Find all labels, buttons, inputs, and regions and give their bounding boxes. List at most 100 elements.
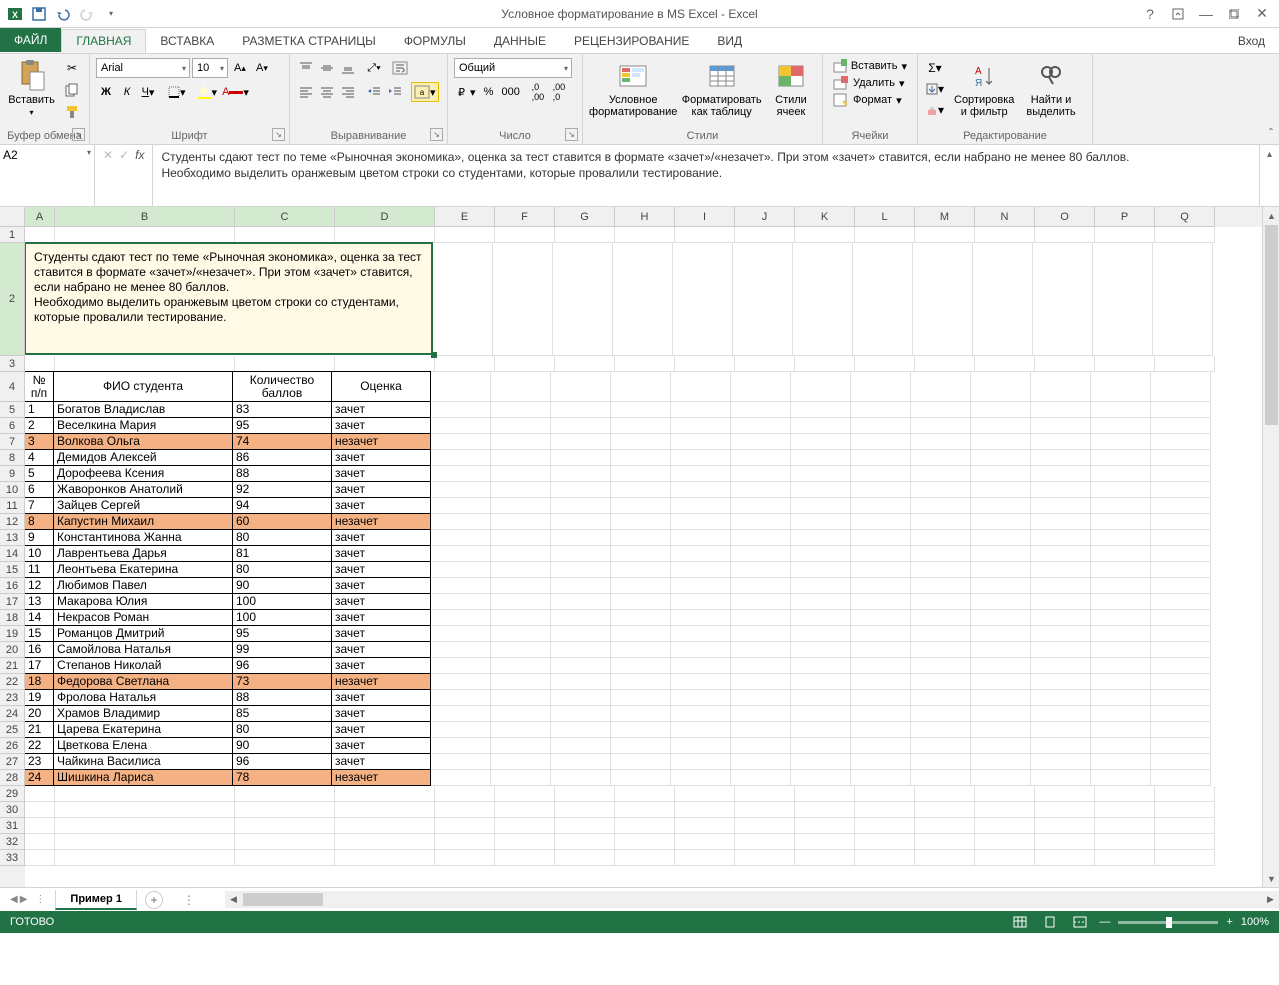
wrap-text-icon[interactable] xyxy=(390,58,410,78)
cell[interactable]: зачет xyxy=(331,497,431,514)
cell[interactable] xyxy=(431,482,491,498)
cell[interactable] xyxy=(1031,626,1091,642)
row-header-1[interactable]: 1 xyxy=(0,227,25,243)
cell[interactable] xyxy=(1031,770,1091,786)
cell[interactable] xyxy=(671,578,731,594)
cell[interactable] xyxy=(25,356,55,372)
cell[interactable] xyxy=(1031,498,1091,514)
cell[interactable] xyxy=(55,850,235,866)
cell[interactable] xyxy=(731,514,791,530)
cell[interactable] xyxy=(495,818,555,834)
cell[interactable] xyxy=(1031,578,1091,594)
cell[interactable] xyxy=(1031,434,1091,450)
cell[interactable] xyxy=(671,514,731,530)
cell[interactable] xyxy=(435,227,495,243)
cell[interactable] xyxy=(611,450,671,466)
cell[interactable] xyxy=(555,227,615,243)
cell[interactable]: Любимов Павел xyxy=(53,577,233,594)
close-icon[interactable]: ✕ xyxy=(1249,3,1275,25)
conditional-formatting-button[interactable]: Условное форматирование xyxy=(589,58,677,120)
cell[interactable] xyxy=(735,850,795,866)
cell[interactable] xyxy=(731,706,791,722)
cell[interactable]: 17 xyxy=(25,657,54,674)
cell[interactable] xyxy=(791,498,851,514)
cell[interactable] xyxy=(435,802,495,818)
cell[interactable] xyxy=(1091,626,1151,642)
cell[interactable] xyxy=(851,514,911,530)
cell[interactable]: незачет xyxy=(331,673,431,690)
minimize-icon[interactable]: — xyxy=(1193,3,1219,25)
cell[interactable] xyxy=(555,834,615,850)
cell[interactable] xyxy=(671,674,731,690)
row-header-33[interactable]: 33 xyxy=(0,850,25,866)
number-format-combo[interactable]: Общий xyxy=(454,58,572,78)
redo-icon[interactable] xyxy=(76,3,98,25)
row-header-12[interactable]: 12 xyxy=(0,514,25,530)
cell[interactable] xyxy=(1155,850,1215,866)
cell[interactable] xyxy=(851,530,911,546)
cell[interactable] xyxy=(235,850,335,866)
cell[interactable]: зачет xyxy=(331,593,431,610)
cell[interactable] xyxy=(795,818,855,834)
cell[interactable] xyxy=(431,738,491,754)
cell[interactable] xyxy=(671,594,731,610)
cell[interactable] xyxy=(611,546,671,562)
cell[interactable] xyxy=(1031,466,1091,482)
cell[interactable] xyxy=(435,850,495,866)
cell[interactable] xyxy=(1151,466,1211,482)
cell[interactable] xyxy=(1031,658,1091,674)
cell[interactable] xyxy=(851,642,911,658)
cell[interactable]: 78 xyxy=(232,769,332,786)
col-header-H[interactable]: H xyxy=(615,207,675,227)
cell[interactable] xyxy=(791,482,851,498)
scroll-left-icon[interactable]: ◀ xyxy=(225,891,242,908)
cell[interactable] xyxy=(491,372,551,402)
cell[interactable] xyxy=(975,818,1035,834)
cell[interactable] xyxy=(1155,786,1215,802)
accounting-format-icon[interactable]: ₽▾ xyxy=(454,82,478,102)
cell[interactable]: 100 xyxy=(232,593,332,610)
cell[interactable]: Фролова Наталья xyxy=(53,689,233,706)
cell[interactable]: 88 xyxy=(232,689,332,706)
cut-icon[interactable]: ✂ xyxy=(61,58,83,78)
cell[interactable] xyxy=(431,546,491,562)
cell[interactable] xyxy=(491,738,551,754)
cell[interactable] xyxy=(1035,227,1095,243)
cell[interactable] xyxy=(611,514,671,530)
paste-button[interactable]: Вставить ▾ xyxy=(6,58,57,119)
excel-icon[interactable]: X xyxy=(4,3,26,25)
zoom-level[interactable]: 100% xyxy=(1241,916,1269,928)
cell[interactable] xyxy=(671,658,731,674)
cell[interactable] xyxy=(555,850,615,866)
cell[interactable] xyxy=(491,482,551,498)
cell[interactable] xyxy=(851,546,911,562)
decrease-indent-icon[interactable] xyxy=(364,82,384,102)
cell[interactable] xyxy=(1151,482,1211,498)
cell[interactable] xyxy=(1151,722,1211,738)
cell[interactable] xyxy=(971,402,1031,418)
cell[interactable] xyxy=(1091,372,1151,402)
cell[interactable] xyxy=(911,578,971,594)
cell[interactable] xyxy=(675,227,735,243)
cell[interactable]: Веселкина Мария xyxy=(53,417,233,434)
cell[interactable] xyxy=(971,754,1031,770)
collapse-ribbon-icon[interactable]: ˆ xyxy=(1269,126,1273,140)
cell[interactable] xyxy=(431,626,491,642)
cell[interactable]: Оценка xyxy=(331,371,431,402)
cell[interactable] xyxy=(491,562,551,578)
cell[interactable] xyxy=(791,578,851,594)
row-header-15[interactable]: 15 xyxy=(0,562,25,578)
row-header-17[interactable]: 17 xyxy=(0,594,25,610)
cell[interactable] xyxy=(911,610,971,626)
cell[interactable] xyxy=(611,418,671,434)
cell[interactable] xyxy=(235,818,335,834)
cell[interactable] xyxy=(791,722,851,738)
cell[interactable] xyxy=(911,770,971,786)
cell[interactable] xyxy=(731,594,791,610)
cell[interactable]: 2 xyxy=(25,417,54,434)
cell[interactable] xyxy=(431,434,491,450)
cell[interactable] xyxy=(431,642,491,658)
cell[interactable] xyxy=(793,243,853,356)
cell[interactable] xyxy=(615,818,675,834)
cell[interactable] xyxy=(1091,706,1151,722)
